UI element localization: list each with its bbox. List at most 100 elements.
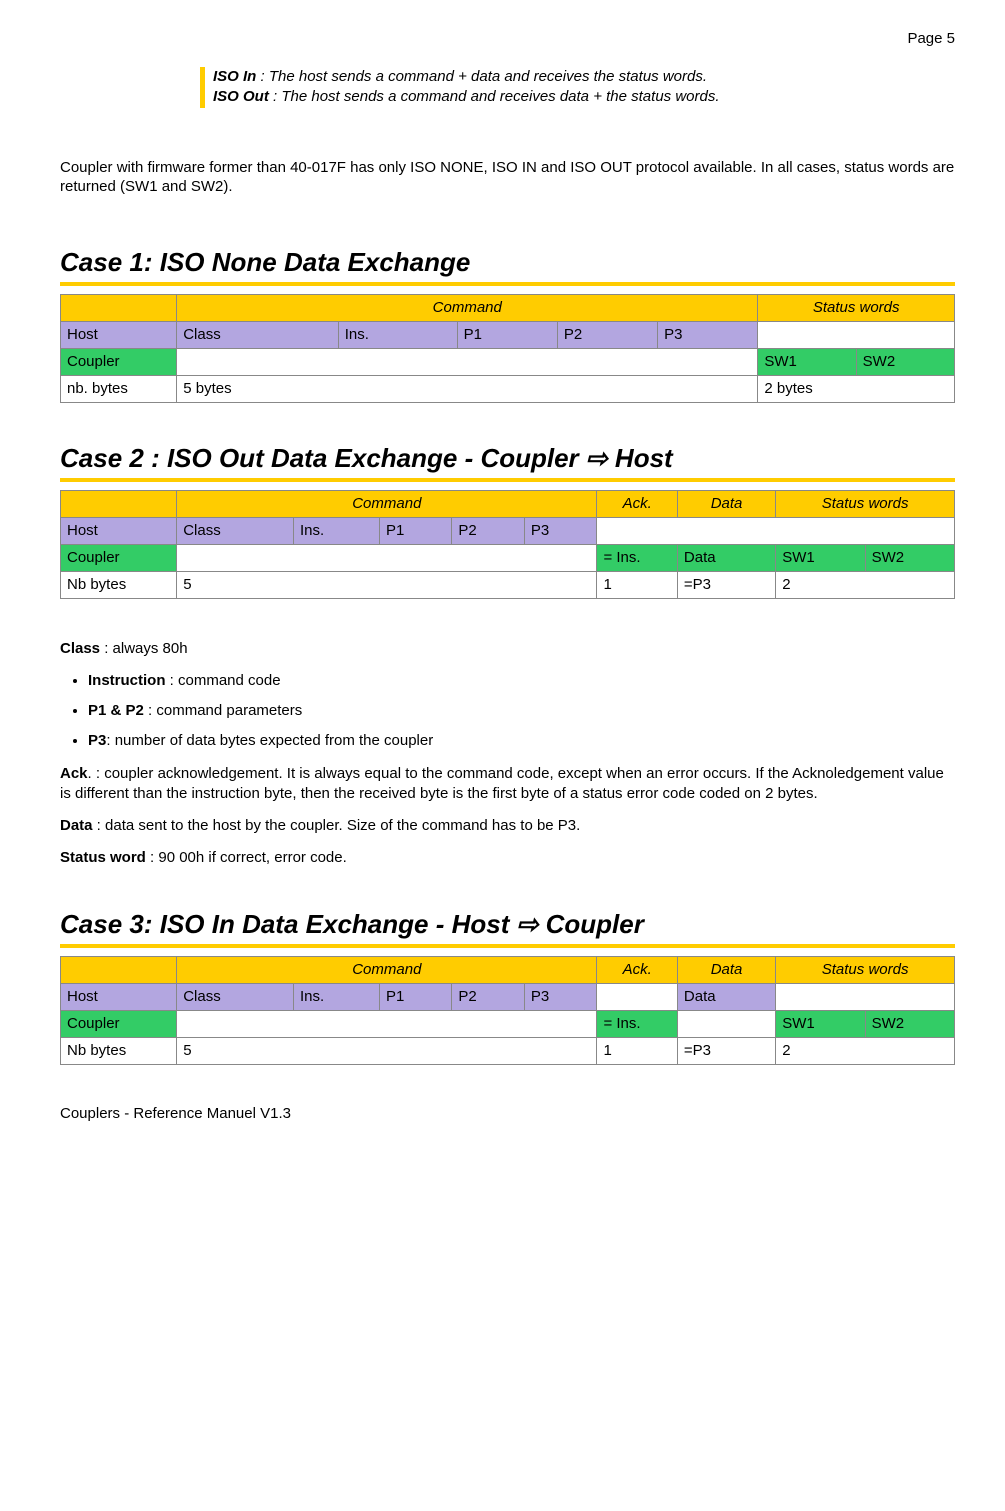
cell-sw2: SW2	[865, 1010, 954, 1037]
note-iso-out-term: ISO Out	[213, 88, 269, 105]
cell-sw1: SW1	[776, 544, 865, 571]
cell-empty	[597, 983, 677, 1010]
note-iso-in-term: ISO In	[213, 68, 256, 85]
nb-data: =P3	[677, 1037, 775, 1064]
cell-ins: Ins.	[338, 321, 457, 348]
def-data-text: : data sent to the host by the coupler. …	[93, 817, 581, 834]
header-blank	[61, 490, 177, 517]
table-row: Command Ack. Data Status words	[61, 956, 955, 983]
nb-label: nb. bytes	[61, 375, 177, 402]
table-row: Nb bytes 5 1 =P3 2	[61, 1037, 955, 1064]
coupler-label: Coupler	[61, 1010, 177, 1037]
case3-table: Command Ack. Data Status words Host Clas…	[60, 956, 955, 1065]
case2-table: Command Ack. Data Status words Host Clas…	[60, 490, 955, 599]
note-iso-in: ISO In : The host sends a command + data…	[213, 67, 955, 87]
definitions-block: Class : always 80h Instruction : command…	[60, 639, 955, 869]
table-row: Host Class Ins. P1 P2 P3	[61, 517, 955, 544]
table-row: Host Class Ins. P1 P2 P3 Data	[61, 983, 955, 1010]
cell-p1: P1	[379, 517, 451, 544]
def-p1p2-text: : command parameters	[144, 702, 302, 719]
host-label: Host	[61, 517, 177, 544]
header-data: Data	[677, 490, 775, 517]
def-class: Class : always 80h	[60, 639, 955, 659]
section-rule	[60, 282, 955, 286]
header-status: Status words	[776, 490, 955, 517]
cell-ack: = Ins.	[597, 544, 677, 571]
table-row: nb. bytes 5 bytes 2 bytes	[61, 375, 955, 402]
nb-left: 5 bytes	[177, 375, 758, 402]
header-ack: Ack.	[597, 956, 677, 983]
def-p3-text: : number of data bytes expected from the…	[106, 732, 433, 749]
note-iso-in-text: : The host sends a command + data and re…	[256, 68, 707, 85]
cell-ins: Ins.	[293, 983, 379, 1010]
header-blank	[61, 956, 177, 983]
section-rule	[60, 944, 955, 948]
cell-empty	[758, 321, 955, 348]
table-row: Command Ack. Data Status words	[61, 490, 955, 517]
def-class-term: Class	[60, 640, 100, 657]
table-row: Command Status words	[61, 294, 955, 321]
footer: Couplers - Reference Manuel V1.3	[60, 1105, 955, 1122]
cell-p3: P3	[658, 321, 758, 348]
note-block: ISO In : The host sends a command + data…	[200, 67, 955, 108]
cell-sw1: SW1	[776, 1010, 865, 1037]
cell-class: Class	[177, 321, 338, 348]
cell-empty	[177, 544, 597, 571]
cell-p1: P1	[457, 321, 557, 348]
cell-sw2: SW2	[865, 544, 954, 571]
table-row: Coupler = Ins. Data SW1 SW2	[61, 544, 955, 571]
cell-p2: P2	[452, 517, 524, 544]
cell-sw2: SW2	[856, 348, 954, 375]
host-label: Host	[61, 983, 177, 1010]
cell-empty	[677, 1010, 775, 1037]
coupler-label: Coupler	[61, 348, 177, 375]
def-instruction-text: : command code	[166, 672, 281, 689]
nb-cmd: 5	[177, 571, 597, 598]
header-blank	[61, 294, 177, 321]
nb-data: =P3	[677, 571, 775, 598]
nb-cmd: 5	[177, 1037, 597, 1064]
header-status: Status words	[758, 294, 955, 321]
note-iso-out: ISO Out : The host sends a command and r…	[213, 87, 955, 107]
def-instruction-term: Instruction	[88, 672, 166, 689]
coupler-label: Coupler	[61, 544, 177, 571]
def-ack: Ack. : coupler acknowledgement. It is al…	[60, 764, 955, 805]
header-ack: Ack.	[597, 490, 677, 517]
nb-right: 2 bytes	[758, 375, 955, 402]
def-sw: Status word : 90 00h if correct, error c…	[60, 848, 955, 868]
cell-p2: P2	[452, 983, 524, 1010]
def-p1p2-term: P1 & P2	[88, 702, 144, 719]
def-data-term: Data	[60, 817, 93, 834]
cell-class: Class	[177, 517, 294, 544]
table-row: Nb bytes 5 1 =P3 2	[61, 571, 955, 598]
cell-p1: P1	[379, 983, 451, 1010]
nb-label: Nb bytes	[61, 571, 177, 598]
header-command: Command	[177, 490, 597, 517]
def-data: Data : data sent to the host by the coup…	[60, 816, 955, 836]
cell-p3: P3	[524, 517, 597, 544]
cell-class: Class	[177, 983, 294, 1010]
header-data: Data	[677, 956, 775, 983]
cell-sw1: SW1	[758, 348, 856, 375]
host-label: Host	[61, 321, 177, 348]
def-p1p2: P1 & P2 : command parameters	[88, 701, 955, 721]
def-p3-term: P3	[88, 732, 106, 749]
note-iso-out-text: : The host sends a command and receives …	[269, 88, 720, 105]
def-ack-term: Ack	[60, 765, 88, 782]
header-command: Command	[177, 956, 597, 983]
table-row: Host Class Ins. P1 P2 P3	[61, 321, 955, 348]
def-ack-text: . : coupler acknowledgement. It is alway…	[60, 765, 944, 802]
table-row: Coupler SW1 SW2	[61, 348, 955, 375]
cell-empty	[177, 348, 758, 375]
def-sw-term: Status word	[60, 849, 146, 866]
cell-empty	[177, 1010, 597, 1037]
case2-title: Case 2 : ISO Out Data Exchange - Coupler…	[60, 443, 955, 474]
nb-label: Nb bytes	[61, 1037, 177, 1064]
cell-p3: P3	[524, 983, 597, 1010]
section-rule	[60, 478, 955, 482]
cell-p2: P2	[557, 321, 657, 348]
cell-data: Data	[677, 544, 775, 571]
cell-ins: Ins.	[293, 517, 379, 544]
header-status: Status words	[776, 956, 955, 983]
case1-table: Command Status words Host Class Ins. P1 …	[60, 294, 955, 403]
